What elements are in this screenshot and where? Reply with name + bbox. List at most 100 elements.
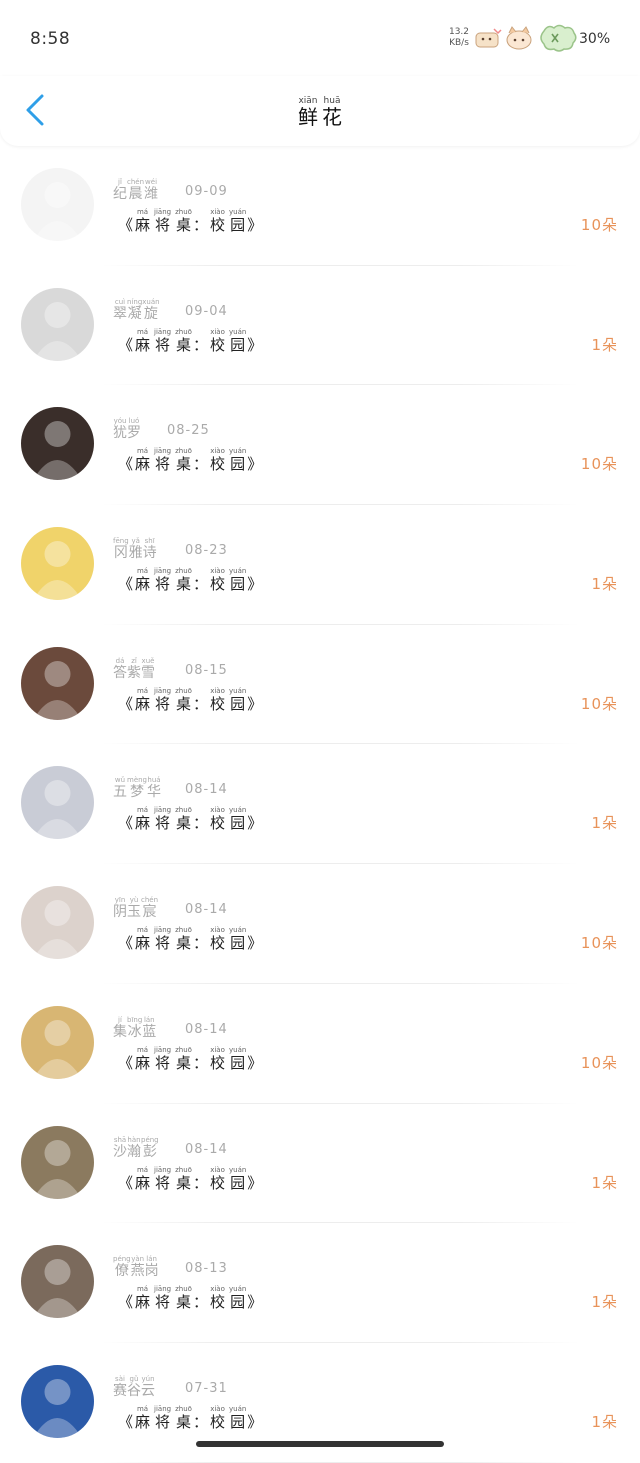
home-indicator[interactable]: [196, 1441, 444, 1447]
name-char-pinyin: chén: [141, 896, 159, 905]
name-char-pinyin: jǐ: [113, 178, 127, 186]
name-char: 岗lán: [145, 1255, 159, 1279]
name-char-pinyin: wǔ: [113, 776, 127, 785]
title-char-pinyin: xiān: [298, 96, 318, 106]
avatar[interactable]: [21, 1125, 94, 1199]
name-char: 谷gǔ: [127, 1375, 141, 1399]
avatar[interactable]: [21, 1005, 94, 1079]
name-char-pinyin: gǔ: [127, 1374, 141, 1383]
list-item[interactable]: 纪jǐ晨chén潍wéi 09-09 《麻má将jiāng桌zhuō： 校xiào园y…: [0, 146, 640, 266]
name-char-char: 纪: [113, 186, 127, 202]
book-title-char-pinyin: jiāng: [154, 1165, 172, 1174]
book-title-char-char: 麻: [135, 1173, 151, 1192]
name-char-pinyin: hàn: [127, 1135, 141, 1144]
name-char-char: 集: [113, 1023, 127, 1040]
book-title-char: 校xiào: [210, 926, 225, 952]
name-char-char: 冰: [127, 1023, 143, 1040]
book-title-char-char: 园: [229, 934, 247, 953]
flower-count: 1朵: [591, 1293, 618, 1312]
title-char-pinyin: huā: [322, 96, 342, 106]
book-title: 《麻má将jiāng桌zhuō： 校xiào园yuán》: [118, 1405, 262, 1432]
book-title-char-char: 将: [154, 934, 172, 953]
book-title-char-pinyin: má: [135, 1404, 151, 1413]
sender-name: 五wǔ梦mèng华huá: [113, 776, 161, 801]
book-title-char-char: 将: [154, 1053, 172, 1072]
book-title: 《麻má将jiāng桌zhuō： 校xiào园yuán》: [118, 1046, 262, 1073]
book-title-char-pinyin: jiāng: [154, 567, 172, 576]
flower-count: 10朵: [580, 216, 618, 234]
book-title-char-char: 将: [154, 814, 172, 833]
list-item[interactable]: 犹yóu罗luó 08-25 《麻má将jiāng桌zhuō： 校xiào园yuán》…: [0, 385, 640, 506]
title-char: 花huā: [322, 96, 342, 129]
book-title-char-pinyin: má: [135, 926, 151, 935]
book-title-char-pinyin: zhuō: [175, 1404, 192, 1413]
list-item[interactable]: 集jí冰bīng蓝lán 08-14 《麻má将jiāng桌zhuō： 校xiào园y…: [0, 984, 640, 1104]
list-item[interactable]: 僚péng燕yàn岗lán 08-13 《麻má将jiāng桌zhuō： 校xiào园…: [0, 1223, 640, 1343]
book-title-char: 园yuán: [229, 208, 246, 234]
avatar[interactable]: [21, 766, 94, 840]
avatar[interactable]: [21, 646, 94, 720]
name-char: 诗shī: [143, 537, 157, 561]
name-char: 纪jǐ: [113, 178, 127, 202]
book-title-char-char: 麻: [135, 814, 151, 833]
name-char-char: 答: [113, 664, 127, 681]
list-item[interactable]: 阴yīn玉yù宸chén 08-14 《麻má将jiāng桌zhuō： 校xiào园y…: [0, 864, 640, 984]
list-item[interactable]: 冈fēng雅yǎ诗shī 08-23 《麻má将jiāng桌zhuō： 校xiào园y…: [0, 505, 640, 625]
avatar[interactable]: [21, 168, 94, 241]
book-title-char: 麻má: [135, 447, 150, 473]
avatar-figure: [33, 900, 82, 960]
book-title-char: 麻má: [135, 328, 150, 354]
list-item[interactable]: 沙shā瀚hàn彭péng 08-14 《麻má将jiāng桌zhuō： 校xiào园…: [0, 1104, 640, 1224]
list-item[interactable]: 翠cuì凝níng旋xuán 09-04 《麻má将jiāng桌zhuō： 校xiào…: [0, 266, 640, 386]
book-title-char-pinyin: xiào: [210, 208, 226, 216]
battery-icon: [540, 24, 577, 52]
avatar-figure: [33, 780, 82, 840]
book-title-char: 校xiào: [210, 447, 225, 473]
book-title-char: 麻má: [135, 926, 150, 952]
book-title-close-bracket: 》: [247, 814, 263, 833]
book-title-char: 园yuán: [229, 447, 246, 473]
book-title-char-char: 桌: [175, 455, 192, 474]
book-title-char-char: 校: [210, 1053, 226, 1072]
name-char-pinyin: yàn: [130, 1255, 145, 1264]
avatar[interactable]: [21, 1364, 94, 1438]
name-char: 翠cuì: [113, 298, 127, 322]
book-title-separator: ：: [193, 216, 209, 234]
book-title-char: 将jiāng: [154, 328, 171, 354]
avatar[interactable]: [21, 527, 94, 601]
status-time: 8:58: [30, 29, 71, 49]
avatar[interactable]: [21, 287, 94, 361]
book-title-char: 桌zhuō: [175, 1285, 192, 1311]
sender-name: 冈fēng雅yǎ诗shī: [113, 537, 157, 562]
book-title-char-pinyin: yuán: [229, 1165, 247, 1174]
avatar-figure: [33, 1378, 82, 1438]
book-title-char-char: 麻: [135, 694, 151, 713]
name-char-pinyin: péng: [141, 1135, 159, 1144]
book-title-close-bracket: 》: [247, 1412, 263, 1431]
avatar-figure: [33, 182, 82, 241]
book-title-char: 麻má: [135, 1046, 151, 1072]
book-title-open-bracket: 《: [118, 455, 134, 474]
book-title-char-char: 将: [154, 1293, 172, 1312]
name-char-char: 翠: [113, 305, 127, 322]
title-char-char: 花: [322, 105, 342, 129]
avatar[interactable]: [21, 407, 94, 481]
book-title-char: 桌zhuō: [175, 567, 192, 593]
book-title-close-bracket: 》: [247, 335, 263, 354]
avatar[interactable]: [21, 1245, 94, 1319]
avatar[interactable]: [21, 886, 94, 960]
name-char: 冈fēng: [113, 537, 129, 562]
book-title-char-char: 麻: [135, 1053, 151, 1072]
name-char: 紫zǐ: [127, 657, 141, 681]
name-char: 彭péng: [141, 1136, 159, 1160]
list-item[interactable]: 答dá紫zǐ雪xuě 08-15 《麻má将jiāng桌zhuō： 校xiào园yuá…: [0, 625, 640, 745]
book-title-char-pinyin: jiāng: [154, 926, 172, 935]
list-item[interactable]: 五wǔ梦mèng华huá 08-14 《麻má将jiāng桌zhuō： 校xiào园y…: [0, 744, 640, 865]
name-char-char: 阴: [113, 904, 127, 921]
book-title-char-pinyin: yuán: [229, 1045, 247, 1054]
name-char-char: 冈: [113, 545, 129, 562]
book-title-open-bracket: 《: [118, 216, 134, 234]
send-date: 08-15: [185, 662, 228, 678]
book-title-char-char: 校: [210, 335, 226, 354]
name-char-char: 紫: [127, 664, 141, 681]
